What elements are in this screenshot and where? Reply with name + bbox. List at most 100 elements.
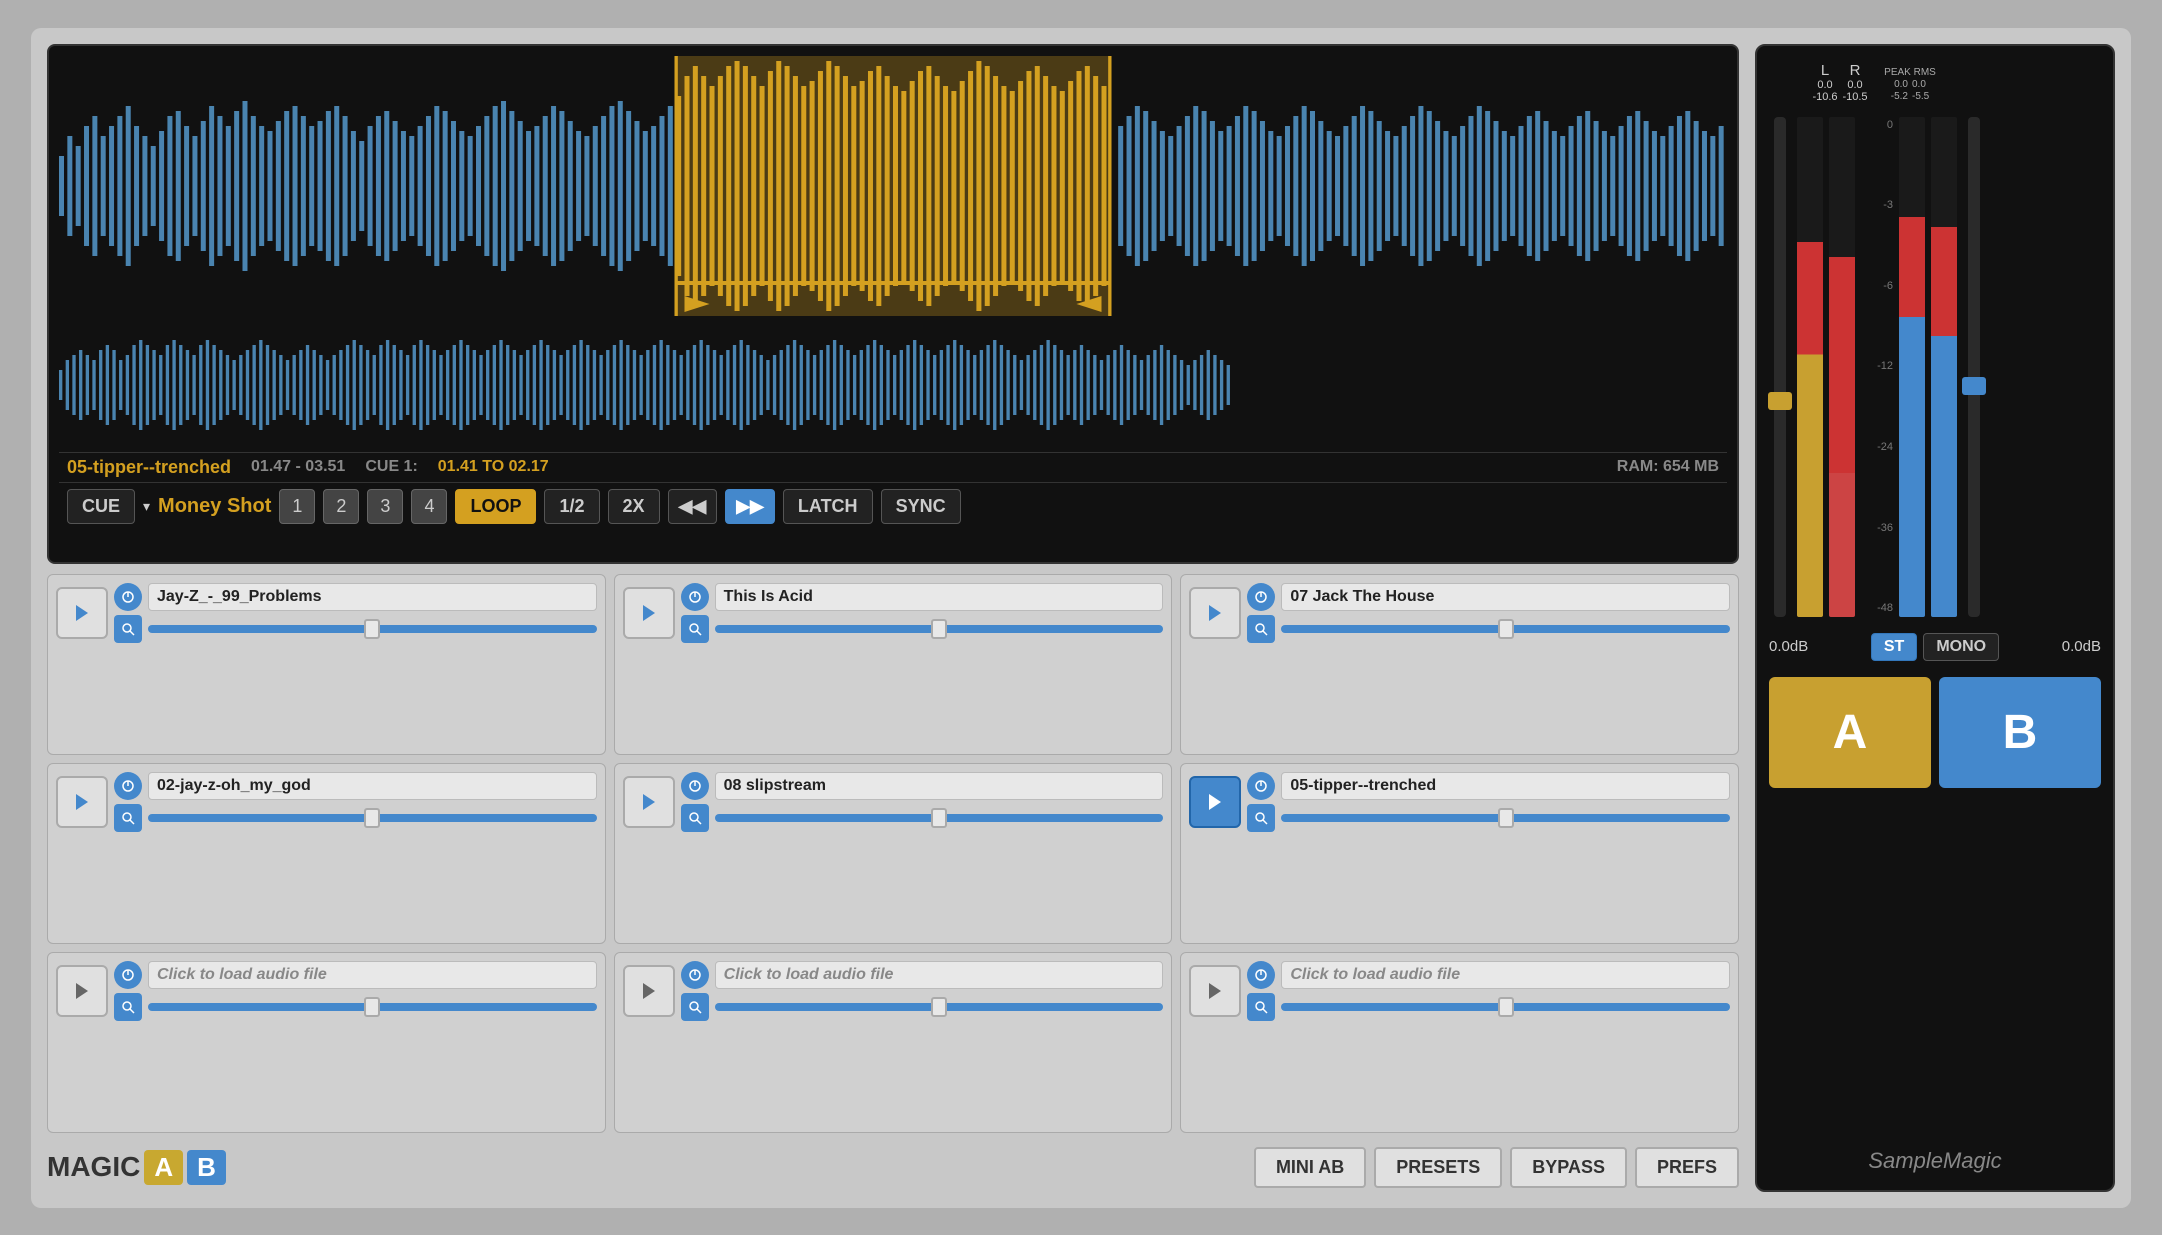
slot-2-3-thumb[interactable] xyxy=(1498,808,1514,828)
cue-num-1[interactable]: 1 xyxy=(279,489,315,524)
meter-peak-rms-label: PEAK RMS 0.0 0.0 -5.2 -5.5 xyxy=(1881,67,1939,103)
bypass-button[interactable]: BYPASS xyxy=(1510,1147,1627,1188)
magic-logo: MAGIC A B xyxy=(47,1150,226,1185)
slot-3-1-thumb[interactable] xyxy=(364,997,380,1017)
slot-3-2-slider[interactable] xyxy=(715,1003,1164,1011)
slot-2-2-zoom[interactable] xyxy=(681,804,709,832)
slot-2-3-power[interactable] xyxy=(1247,772,1275,800)
presets-button[interactable]: PRESETS xyxy=(1374,1147,1502,1188)
slot-1-1-info: Jay-Z_-_99_Problems xyxy=(114,583,597,643)
b-button[interactable]: B xyxy=(1939,677,2101,788)
slot-1-1-slider[interactable] xyxy=(148,625,597,633)
mini-ab-button[interactable]: MINI AB xyxy=(1254,1147,1366,1188)
slot-1-2-thumb[interactable] xyxy=(931,619,947,639)
slot-3-2-zoom[interactable] xyxy=(681,993,709,1021)
slot-3-1-power[interactable] xyxy=(114,961,142,989)
mono-button[interactable]: MONO xyxy=(1923,633,1999,661)
slot-2-1-zoom[interactable] xyxy=(114,804,142,832)
slot-2-3-slider[interactable] xyxy=(1281,814,1730,822)
slot-1-3-zoom[interactable] xyxy=(1247,615,1275,643)
slot-3-2-thumb[interactable] xyxy=(931,997,947,1017)
power-icon xyxy=(1254,590,1268,604)
cue-num-3[interactable]: 3 xyxy=(367,489,403,524)
slot-2-1-play[interactable] xyxy=(56,776,108,828)
loop-button[interactable]: LOOP xyxy=(455,489,536,524)
slot-2-1-info: 02-jay-z-oh_my_god xyxy=(114,772,597,832)
slot-3-1-zoom[interactable] xyxy=(114,993,142,1021)
two-x-button[interactable]: 2X xyxy=(608,489,660,524)
left-fader-handle[interactable] xyxy=(1768,392,1792,410)
half-button[interactable]: 1/2 xyxy=(544,489,599,524)
slot-2-2-thumb[interactable] xyxy=(931,808,947,828)
slot-1-3-slider[interactable] xyxy=(1281,625,1730,633)
slot-2-1-name[interactable]: 02-jay-z-oh_my_god xyxy=(148,772,597,800)
slot-2-1-thumb[interactable] xyxy=(364,808,380,828)
back-button[interactable]: ◀◀ xyxy=(668,489,718,524)
right-fader-handle[interactable] xyxy=(1962,377,1986,395)
slot-2-2: 08 slipstream xyxy=(614,763,1173,944)
slot-1-3-play[interactable] xyxy=(1189,587,1241,639)
play-icon xyxy=(72,603,92,623)
slot-2-1-slider[interactable] xyxy=(148,814,597,822)
slot-3-3-play[interactable] xyxy=(1189,965,1241,1017)
slot-3-3-power[interactable] xyxy=(1247,961,1275,989)
power-icon xyxy=(688,779,702,793)
slot-1-1-power[interactable] xyxy=(114,583,142,611)
slot-3-1-play[interactable] xyxy=(56,965,108,1017)
slot-2-3-name[interactable]: 05-tipper--trenched xyxy=(1281,772,1730,800)
slot-1-2-slider[interactable] xyxy=(715,625,1164,633)
sync-button[interactable]: SYNC xyxy=(881,489,961,524)
slot-2-2-name[interactable]: 08 slipstream xyxy=(715,772,1164,800)
waveform-ram: RAM: 654 MB xyxy=(1617,458,1719,476)
slot-1-3-power[interactable] xyxy=(1247,583,1275,611)
slot-1-3-thumb[interactable] xyxy=(1498,619,1514,639)
slot-3-3-slider[interactable] xyxy=(1281,1003,1730,1011)
slots-grid: Jay-Z_-_99_Problems xyxy=(47,574,1739,1133)
slot-2-2-play[interactable] xyxy=(623,776,675,828)
slot-1-1-name[interactable]: Jay-Z_-_99_Problems xyxy=(148,583,597,611)
slot-2-3-zoom[interactable] xyxy=(1247,804,1275,832)
cue-num-2[interactable]: 2 xyxy=(323,489,359,524)
slot-2-3-info: 05-tipper--trenched xyxy=(1247,772,1730,832)
cue-num-4[interactable]: 4 xyxy=(411,489,447,524)
slot-1-2-name[interactable]: This Is Acid xyxy=(715,583,1164,611)
slot-3-2-name[interactable]: Click to load audio file xyxy=(715,961,1164,989)
slot-1-2-power[interactable] xyxy=(681,583,709,611)
latch-button[interactable]: LATCH xyxy=(783,489,873,524)
slot-1-1-zoom[interactable] xyxy=(114,615,142,643)
a-button[interactable]: A xyxy=(1769,677,1931,788)
left-panel: 05-tipper--trenched 01.47 - 03.51 CUE 1:… xyxy=(47,44,1739,1192)
slot-1-3-name[interactable]: 07 Jack The House xyxy=(1281,583,1730,611)
slot-3-1-name[interactable]: Click to load audio file xyxy=(148,961,597,989)
slot-3-1-slider[interactable] xyxy=(148,1003,597,1011)
slot-3-2-play[interactable] xyxy=(623,965,675,1017)
play-loop-button[interactable]: ▶▶ xyxy=(725,489,775,524)
meter-l-val: 0.0 xyxy=(1811,79,1839,91)
slot-3-3-thumb[interactable] xyxy=(1498,997,1514,1017)
slot-3-3-name[interactable]: Click to load audio file xyxy=(1281,961,1730,989)
slot-2-3-play[interactable] xyxy=(1189,776,1241,828)
slot-2-2-slider[interactable] xyxy=(715,814,1164,822)
slot-1-2-play[interactable] xyxy=(623,587,675,639)
logo-b[interactable]: B xyxy=(187,1150,226,1185)
slot-1-2-top: This Is Acid xyxy=(623,583,1164,643)
power-icon xyxy=(121,968,135,982)
slot-2-1-power[interactable] xyxy=(114,772,142,800)
brand-container: SampleMagic xyxy=(1769,1148,2101,1174)
slot-1-1-play[interactable] xyxy=(56,587,108,639)
slot-2-3-top: 05-tipper--trenched xyxy=(1189,772,1730,832)
slot-1-1-thumb[interactable] xyxy=(364,619,380,639)
cue-button[interactable]: CUE xyxy=(67,489,135,524)
slot-3-3-zoom[interactable] xyxy=(1247,993,1275,1021)
zoom-icon xyxy=(121,1000,135,1014)
slot-2-2-power[interactable] xyxy=(681,772,709,800)
slot-1-2-zoom[interactable] xyxy=(681,615,709,643)
st-button[interactable]: ST xyxy=(1871,633,1917,661)
slot-3-2-power[interactable] xyxy=(681,961,709,989)
zoom-icon xyxy=(688,622,702,636)
cue-dropdown-icon[interactable]: ▾ xyxy=(143,498,150,515)
meter-headers: L 0.0 -10.6 R 0.0 -10.5 PEAK RMS 0.0 0.0… xyxy=(1769,62,2101,107)
logo-a[interactable]: A xyxy=(144,1150,183,1185)
prefs-button[interactable]: PREFS xyxy=(1635,1147,1739,1188)
slot-2-2-top: 08 slipstream xyxy=(623,772,1164,832)
